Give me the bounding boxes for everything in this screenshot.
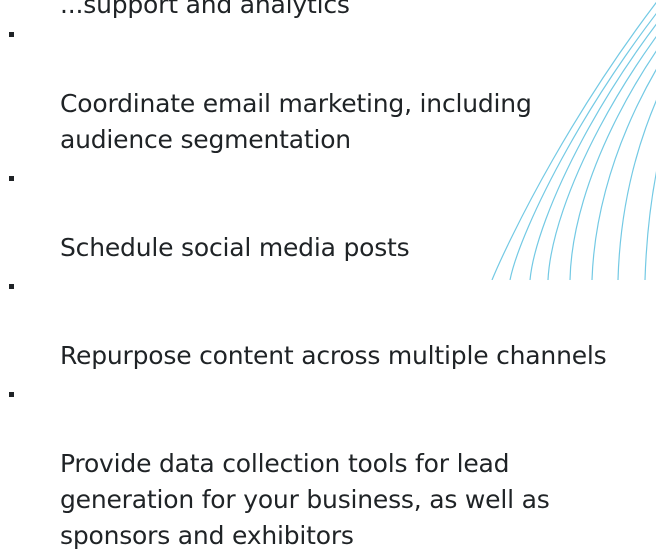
list-item-text: Provide data collection tools for lead g… bbox=[60, 449, 550, 550]
list-item-text: Coordinate email marketing, including au… bbox=[60, 89, 532, 154]
list-item: Provide data collection tools for lead g… bbox=[0, 374, 656, 554]
square-bullet-icon bbox=[9, 392, 14, 397]
list-item: Schedule social media posts bbox=[0, 158, 656, 266]
list-item-text: Repurpose content across multiple channe… bbox=[60, 341, 607, 370]
list-item: Coordinate email marketing, including au… bbox=[0, 14, 656, 158]
list-item-text: Schedule social media posts bbox=[60, 233, 410, 262]
square-bullet-icon bbox=[9, 32, 14, 37]
list-item: Repurpose content across multiple channe… bbox=[0, 266, 656, 374]
feature-bullet-list: Coordinate email marketing, including au… bbox=[0, 14, 656, 554]
square-bullet-icon bbox=[9, 284, 14, 289]
square-bullet-icon bbox=[9, 176, 14, 181]
